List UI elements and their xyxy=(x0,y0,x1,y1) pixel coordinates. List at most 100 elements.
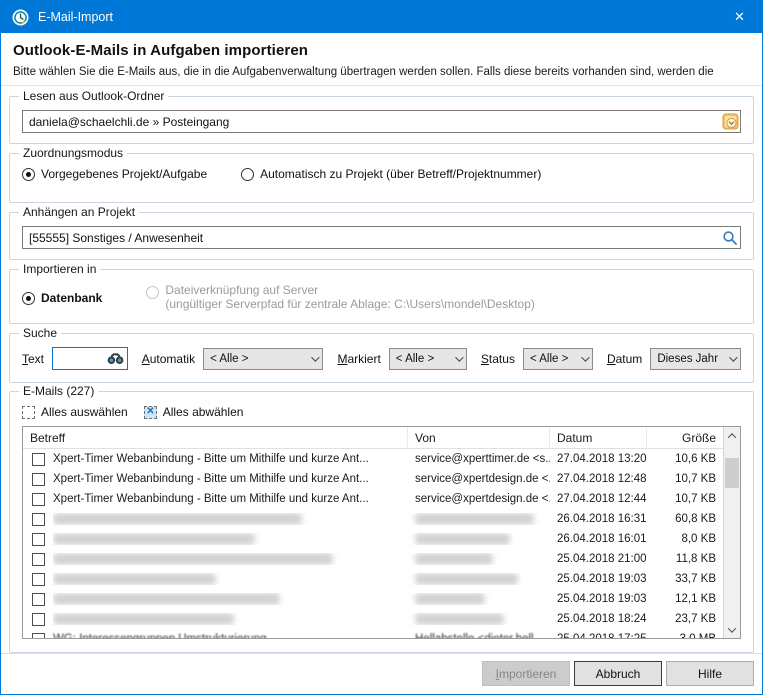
column-header-groesse[interactable]: Größe xyxy=(647,427,723,448)
deselect-all-button[interactable]: Alles abwählen xyxy=(144,405,244,419)
import-button: Importieren xyxy=(482,661,570,686)
email-row[interactable]: WG: Interessengruppen Umstrukturierung H… xyxy=(23,629,723,638)
outlook-folder-combobox[interactable]: daniela@schaelchli.de » Posteingang xyxy=(22,110,741,133)
email-from xyxy=(408,573,550,585)
email-subject xyxy=(53,593,408,605)
select-all-button[interactable]: Alles auswählen xyxy=(22,405,128,419)
email-row-checkbox[interactable] xyxy=(23,613,53,626)
email-subject: Xpert-Timer Webanbindung - Bitte um Mith… xyxy=(53,453,408,465)
radio-fixed-project-label: Vorgegebenes Projekt/Aufgabe xyxy=(41,167,207,181)
filter-automatik-select[interactable]: < Alle > xyxy=(203,348,323,370)
scrollbar-thumb[interactable] xyxy=(725,458,739,488)
email-subject xyxy=(53,533,408,545)
email-table: Betreff Von Datum Größe Xpert-Timer Weba… xyxy=(22,426,741,639)
outlook-folder-picker-icon[interactable] xyxy=(720,111,740,132)
group-label-mapping-mode: Zuordnungsmodus xyxy=(19,146,127,160)
chevron-down-icon xyxy=(450,356,466,362)
email-row[interactable]: 25.04.2018 18:24 23,7 KB xyxy=(23,609,723,629)
project-search-field[interactable]: [55555] Sonstiges / Anwesenheit xyxy=(22,226,741,249)
binoculars-icon xyxy=(105,353,127,365)
email-subject: Xpert-Timer Webanbindung - Bitte um Mith… xyxy=(53,493,408,505)
email-subject: Xpert-Timer Webanbindung - Bitte um Mith… xyxy=(53,473,408,485)
email-subject xyxy=(53,553,408,565)
email-row-checkbox[interactable] xyxy=(23,573,53,586)
email-row-checkbox[interactable] xyxy=(23,593,53,606)
radio-auto-project[interactable]: Automatisch zu Projekt (über Betreff/Pro… xyxy=(241,167,541,181)
email-size: 12,1 KB xyxy=(647,593,723,605)
project-search-icon[interactable] xyxy=(720,227,740,248)
email-date: 26.04.2018 16:31 xyxy=(550,513,647,525)
help-button[interactable]: Hilfe xyxy=(666,661,754,686)
email-row[interactable]: 25.04.2018 21:00 11,8 KB xyxy=(23,549,723,569)
cancel-button[interactable]: Abbruch xyxy=(574,661,662,686)
email-size: 10,6 KB xyxy=(647,453,723,465)
radio-database[interactable]: Datenbank xyxy=(22,291,102,305)
column-header-betreff[interactable]: Betreff xyxy=(23,427,408,448)
email-size: 23,7 KB xyxy=(647,613,723,625)
email-from: service@xpertdesign.de <... xyxy=(408,493,550,505)
dialog-header: Outlook-E-Mails in Aufgaben importieren … xyxy=(1,33,762,86)
search-text-input[interactable] xyxy=(53,352,105,366)
email-from xyxy=(408,533,550,545)
filter-datum-select[interactable]: Dieses Jahr xyxy=(650,348,741,370)
vertical-scrollbar[interactable] xyxy=(723,427,740,638)
email-row-checkbox[interactable] xyxy=(23,473,53,486)
email-row-checkbox[interactable] xyxy=(23,453,53,466)
scroll-down-icon[interactable] xyxy=(724,621,740,638)
email-row[interactable]: 26.04.2018 16:01 8,0 KB xyxy=(23,529,723,549)
email-size: 10,7 KB xyxy=(647,473,723,485)
email-size: 3,0 MB xyxy=(647,633,723,638)
column-header-von[interactable]: Von xyxy=(408,427,550,448)
email-size: 11,8 KB xyxy=(647,553,723,565)
email-row[interactable]: 25.04.2018 19:03 12,1 KB xyxy=(23,589,723,609)
email-row[interactable]: Xpert-Timer Webanbindung - Bitte um Mith… xyxy=(23,469,723,489)
outlook-folder-value: daniela@schaelchli.de » Posteingang xyxy=(29,115,720,129)
email-subject xyxy=(53,573,408,585)
email-row-checkbox[interactable] xyxy=(23,553,53,566)
email-date: 25.04.2018 19:03 xyxy=(550,593,647,605)
email-size: 10,7 KB xyxy=(647,493,723,505)
email-date: 25.04.2018 17:25 xyxy=(550,633,647,638)
email-import-dialog: E-Mail-Import ✕ Outlook-E-Mails in Aufga… xyxy=(0,0,763,695)
email-row-checkbox[interactable] xyxy=(23,633,53,639)
email-date: 25.04.2018 19:03 xyxy=(550,573,647,585)
radio-file-link-line1: Dateiverknüpfung auf Server xyxy=(165,283,535,297)
filter-automatik-label: Automatik xyxy=(142,352,195,366)
chevron-down-icon xyxy=(724,356,740,362)
close-button[interactable]: ✕ xyxy=(717,1,762,33)
select-all-label: Alles auswählen xyxy=(41,405,128,419)
radio-file-link-server: Dateiverknüpfung auf Server (ungültiger … xyxy=(146,283,535,311)
window-title: E-Mail-Import xyxy=(38,10,717,24)
email-row[interactable]: 25.04.2018 19:03 33,7 KB xyxy=(23,569,723,589)
radio-dot xyxy=(146,286,159,299)
page-title: Outlook-E-Mails in Aufgaben importieren xyxy=(13,42,750,59)
email-row[interactable]: 26.04.2018 16:31 60,8 KB xyxy=(23,509,723,529)
radio-fixed-project[interactable]: Vorgegebenes Projekt/Aufgabe xyxy=(22,167,207,181)
radio-dot xyxy=(241,168,254,181)
group-mapping-mode: Zuordnungsmodus Vorgegebenes Projekt/Auf… xyxy=(9,153,754,203)
search-text-inputwrap xyxy=(52,347,128,370)
email-date: 27.04.2018 12:44 xyxy=(550,493,647,505)
help-button-label: Hilfe xyxy=(698,667,722,681)
email-date: 25.04.2018 18:24 xyxy=(550,613,647,625)
email-row[interactable]: Xpert-Timer Webanbindung - Bitte um Mith… xyxy=(23,449,723,469)
close-icon: ✕ xyxy=(734,9,745,25)
filter-status-label: Status xyxy=(481,352,515,366)
scroll-up-icon[interactable] xyxy=(724,427,740,444)
email-row-checkbox[interactable] xyxy=(23,493,53,506)
radio-dot xyxy=(22,292,35,305)
page-description: Bitte wählen Sie die E-Mails aus, die in… xyxy=(13,66,750,78)
email-row[interactable]: Xpert-Timer Webanbindung - Bitte um Mith… xyxy=(23,489,723,509)
group-emails: E-Mails (227) Alles auswählen Alles abwä… xyxy=(9,391,754,653)
group-outlook-folder: Lesen aus Outlook-Ordner daniela@schaelc… xyxy=(9,96,754,144)
email-row-checkbox[interactable] xyxy=(23,513,53,526)
email-row-checkbox[interactable] xyxy=(23,533,53,546)
scrollbar-track[interactable] xyxy=(724,444,740,621)
filter-markiert-select[interactable]: < Alle > xyxy=(389,348,467,370)
column-header-datum[interactable]: Datum xyxy=(550,427,647,448)
radio-dot xyxy=(22,168,35,181)
radio-file-link-label: Dateiverknüpfung auf Server (ungültiger … xyxy=(165,283,535,311)
filter-status-select[interactable]: < Alle > xyxy=(523,348,593,370)
email-from: service@xperttimer.de <s... xyxy=(408,453,550,465)
email-date: 27.04.2018 12:48 xyxy=(550,473,647,485)
